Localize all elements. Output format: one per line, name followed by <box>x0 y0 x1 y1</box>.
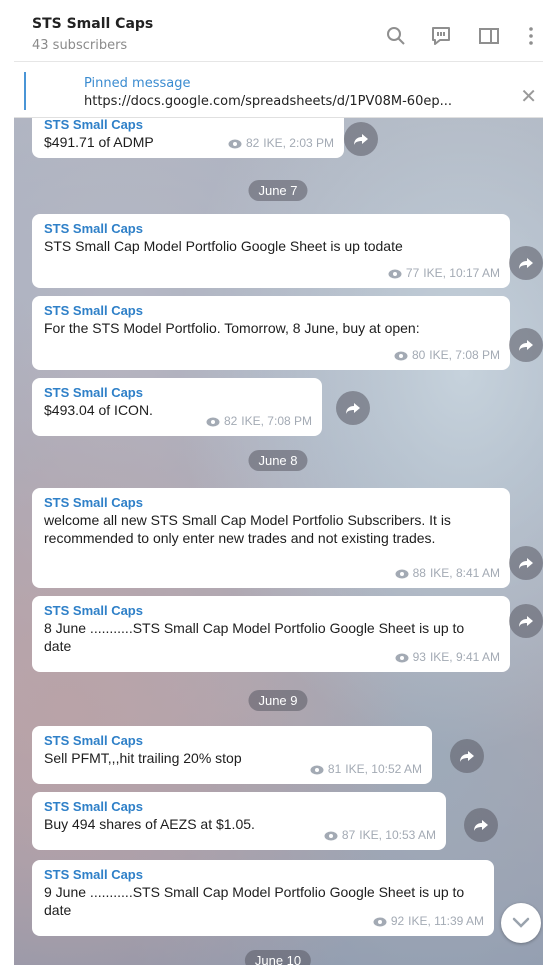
eye-icon <box>395 653 409 662</box>
message-meta: 87 IKE, 10:53 AM <box>324 827 436 844</box>
eye-icon <box>394 351 408 360</box>
eye-icon <box>310 765 324 774</box>
eye-icon <box>388 269 402 278</box>
pinned-title: Pinned message <box>84 76 191 91</box>
message-meta: 92 IKE, 11:39 AM <box>373 913 484 930</box>
message-sender: STS Small Caps <box>44 303 143 318</box>
forward-icon <box>354 134 368 145</box>
message-text: welcome all new STS Small Cap Model Port… <box>44 512 451 546</box>
view-count: 80 <box>411 348 426 362</box>
eye-icon <box>324 831 338 840</box>
forward-button[interactable] <box>509 328 543 362</box>
forward-icon <box>519 558 533 569</box>
message-time: IKE, 9:41 AM <box>429 650 500 664</box>
eye-icon <box>228 139 242 148</box>
close-icon[interactable]: ✕ <box>520 86 537 106</box>
pinned-message[interactable]: Pinned message https://docs.google.com/s… <box>14 62 543 118</box>
forward-button[interactable] <box>464 808 498 842</box>
message-time: IKE, 7:08 PM <box>241 414 312 428</box>
date-separator: June 7 <box>248 180 308 201</box>
view-count: 82 <box>245 136 260 150</box>
message-meta: 82 IKE, 7:08 PM <box>206 413 312 430</box>
message-bubble[interactable]: STS Small Caps welcome all new STS Small… <box>32 488 510 588</box>
more-icon[interactable] <box>519 24 543 48</box>
message-meta: 82 IKE, 2:03 PM <box>228 135 334 152</box>
message-time: IKE, 10:17 AM <box>423 266 500 280</box>
message-bubble[interactable]: STS Small Caps $493.04 of ICON. 82 IKE, … <box>32 378 322 436</box>
comment-icon[interactable] <box>429 24 453 48</box>
date-separator: June 8 <box>248 450 308 471</box>
chevron-down-icon <box>512 917 530 928</box>
message-sender: STS Small Caps <box>44 118 143 132</box>
message-time: IKE, 11:39 AM <box>408 914 484 928</box>
forward-button[interactable] <box>509 604 543 638</box>
subscriber-count: 43 subscribers <box>32 38 128 53</box>
message-bubble[interactable]: STS Small Caps Sell PFMT,,,hit trailing … <box>32 726 432 784</box>
message-sender: STS Small Caps <box>44 867 143 882</box>
message-sender: STS Small Caps <box>44 385 143 400</box>
message-meta: 77 IKE, 10:17 AM <box>388 265 500 282</box>
message-bubble[interactable]: STS Small Caps $491.71 of ADMP 82 IKE, 2… <box>32 118 344 158</box>
message-text: STS Small Cap Model Portfolio Google She… <box>44 238 403 254</box>
message-bubble[interactable]: STS Small Caps 9 June ...........STS Sma… <box>32 860 494 936</box>
message-sender: STS Small Caps <box>44 221 143 236</box>
forward-icon <box>460 751 474 762</box>
forward-button[interactable] <box>450 739 484 773</box>
message-bubble[interactable]: STS Small Caps For the STS Model Portfol… <box>32 296 510 370</box>
forward-icon <box>519 258 533 269</box>
message-meta: 80 IKE, 7:08 PM <box>394 347 500 364</box>
forward-icon <box>519 616 533 627</box>
eye-icon <box>373 917 387 926</box>
pinned-text[interactable]: https://docs.google.com/spreadsheets/d/1… <box>84 94 452 109</box>
message-time: IKE, 8:41 AM <box>429 566 500 580</box>
message-sender: STS Small Caps <box>44 799 143 814</box>
message-bubble[interactable]: STS Small Caps Buy 494 shares of AEZS at… <box>32 792 446 850</box>
view-count: 77 <box>405 266 420 280</box>
message-time: IKE, 7:08 PM <box>429 348 500 362</box>
telegram-window: STS Small Caps 43 subscribers Pinned mes… <box>14 0 543 965</box>
message-bubble[interactable]: STS Small Caps STS Small Cap Model Portf… <box>32 214 510 288</box>
message-meta: 88 IKE, 8:41 AM <box>395 565 500 582</box>
search-icon[interactable] <box>384 24 408 48</box>
eye-icon <box>395 569 409 578</box>
eye-icon <box>206 417 220 426</box>
forward-button[interactable] <box>336 391 370 425</box>
message-sender: STS Small Caps <box>44 603 143 618</box>
date-separator: June 10 <box>244 950 312 965</box>
message-list[interactable]: STS Small Caps $491.71 of ADMP 82 IKE, 2… <box>14 118 543 965</box>
sidebar-icon[interactable] <box>477 24 501 48</box>
message-meta: 81 IKE, 10:52 AM <box>310 761 422 778</box>
message-sender: STS Small Caps <box>44 733 143 748</box>
view-count: 92 <box>390 914 405 928</box>
scroll-down-button[interactable] <box>501 903 541 943</box>
view-count: 81 <box>327 762 342 776</box>
view-count: 87 <box>341 828 356 842</box>
message-bubble[interactable]: STS Small Caps 8 June ...........STS Sma… <box>32 596 510 672</box>
channel-title[interactable]: STS Small Caps <box>32 16 153 32</box>
forward-icon <box>519 340 533 351</box>
message-time: IKE, 2:03 PM <box>263 136 334 150</box>
forward-button[interactable] <box>344 122 378 156</box>
forward-button[interactable] <box>509 546 543 580</box>
forward-icon <box>346 403 360 414</box>
view-count: 93 <box>412 650 426 664</box>
message-time: IKE, 10:53 AM <box>359 828 436 842</box>
message-time: IKE, 10:52 AM <box>345 762 422 776</box>
message-sender: STS Small Caps <box>44 495 143 510</box>
forward-button[interactable] <box>509 246 543 280</box>
chat-header: STS Small Caps 43 subscribers <box>14 10 543 62</box>
date-separator: June 9 <box>248 690 308 711</box>
forward-icon <box>474 820 488 831</box>
view-count: 82 <box>223 414 238 428</box>
pinned-indicator <box>24 72 26 110</box>
message-meta: 93 IKE, 9:41 AM <box>395 649 500 666</box>
message-text: For the STS Model Portfolio. Tomorrow, 8… <box>44 320 420 336</box>
view-count: 88 <box>412 566 426 580</box>
